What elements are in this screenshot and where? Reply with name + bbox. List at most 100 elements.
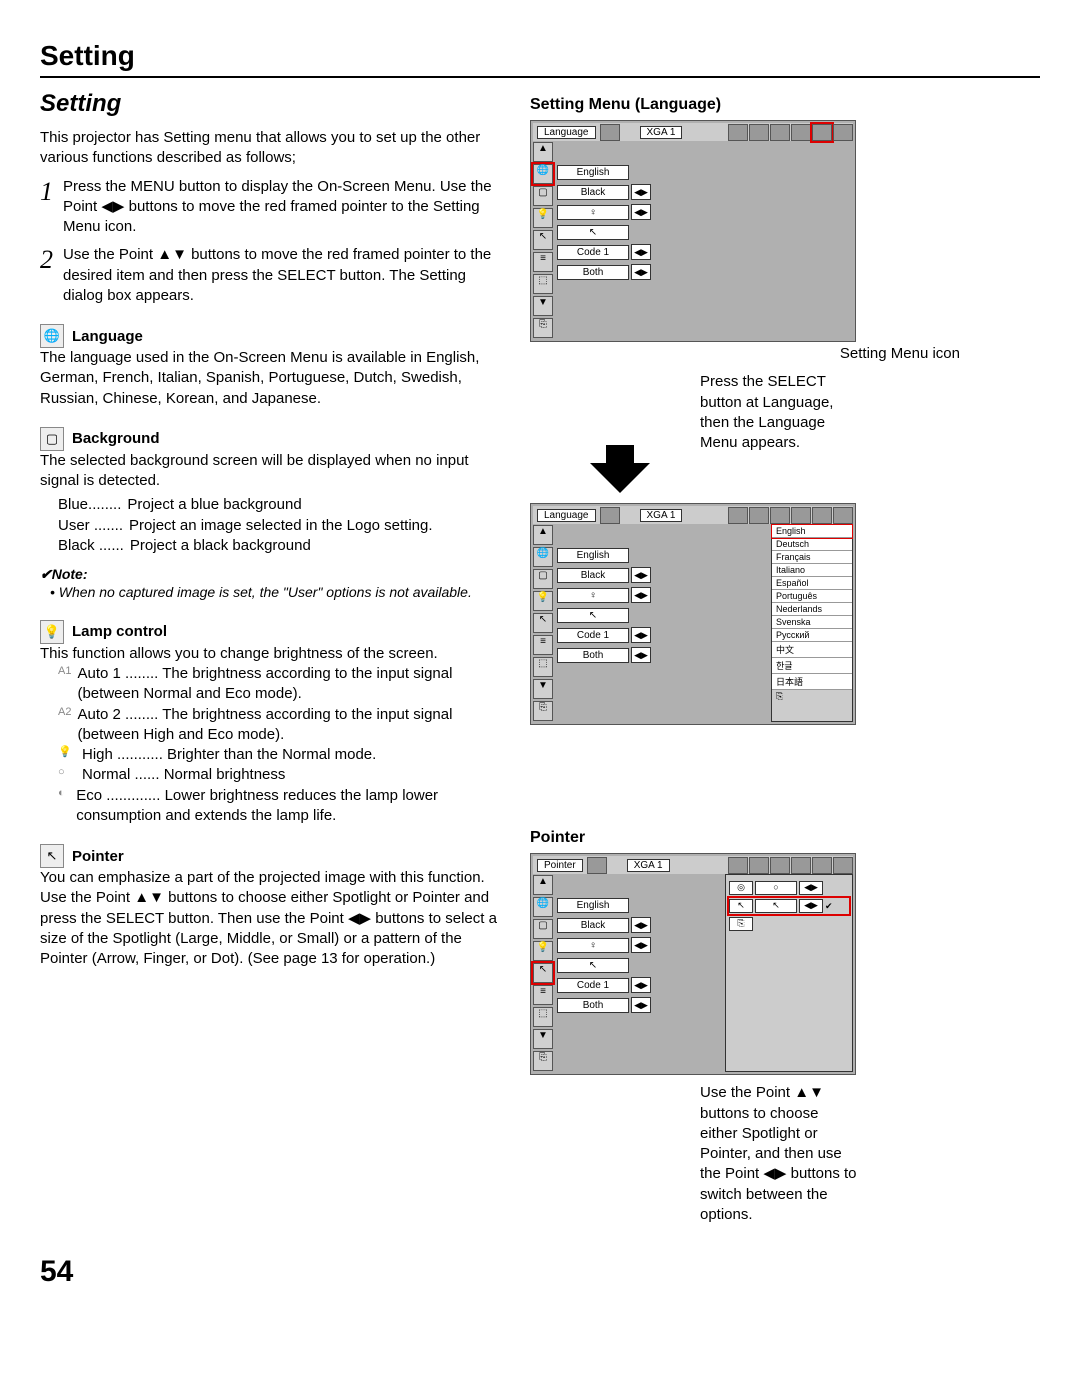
caption-select-language: Press the SELECT button at Language, the… <box>700 372 850 453</box>
top-icon <box>728 507 748 524</box>
spotlight-value: ○ <box>755 881 797 895</box>
down-arrow-icon: ▼ <box>533 1029 553 1049</box>
right-heading-pointer: Pointer <box>530 829 960 847</box>
menu-top-label: Pointer <box>537 859 583 872</box>
row-value: Code 1 <box>557 245 629 260</box>
lang-item: 中文 <box>772 642 852 658</box>
row-value: English <box>557 898 629 913</box>
top-icon <box>791 857 811 874</box>
exit-icon: ⎘ <box>533 701 553 721</box>
step-2: 2 Use the Point ▲▼ buttons to move the r… <box>40 245 500 306</box>
both-icon: ⬚ <box>533 274 553 294</box>
lang-item: English <box>772 525 852 538</box>
bg-key: User ....... <box>58 516 123 536</box>
row-value: ♀ <box>557 938 629 953</box>
top-icon <box>791 507 811 524</box>
exit-icon: ⎘ <box>729 917 753 931</box>
top-icon <box>812 507 832 524</box>
step-number: 1 <box>40 177 53 238</box>
top-icon <box>728 124 748 141</box>
lamp-val: Normal brightness <box>164 766 286 783</box>
top-icon <box>749 507 769 524</box>
xga-label: XGA 1 <box>627 859 670 872</box>
section-title: Setting <box>40 90 500 118</box>
pointer-text: You can emphasize a part of the projecte… <box>40 868 500 969</box>
menu-top-label: Language <box>537 126 596 139</box>
lr-arrow-icon: ◀▶ <box>631 997 651 1013</box>
lr-arrow-icon: ◀▶ <box>631 937 651 953</box>
language-list: English Deutsch Français Italiano Españo… <box>771 524 853 722</box>
top-icon <box>770 857 790 874</box>
menu-icon <box>600 507 620 524</box>
top-icon <box>770 507 790 524</box>
lang-item: Svenska <box>772 616 852 629</box>
lang-item: Português <box>772 590 852 603</box>
pointer-icon: ↖ <box>533 613 553 633</box>
globe-icon: 🌐 <box>533 547 553 567</box>
lang-item: 日本語 <box>772 674 852 690</box>
lr-arrow-icon: ◀▶ <box>631 184 651 200</box>
background-icon: ▢ <box>40 427 64 451</box>
down-arrow-icon: ▼ <box>533 679 553 699</box>
normal-icon: ○ <box>58 765 76 785</box>
exit-icon: ⎘ <box>772 690 852 703</box>
lamp-key: High ........... <box>82 746 163 763</box>
lang-item: Français <box>772 551 852 564</box>
top-icon <box>833 124 853 141</box>
lr-arrow-icon: ◀▶ <box>631 917 651 933</box>
caption-setting-icon: Setting Menu icon <box>530 344 960 364</box>
row-value: Black <box>557 185 629 200</box>
ok-icon: ✔ <box>825 901 833 912</box>
background-heading: Background <box>72 430 160 447</box>
lamp-key: Auto 1 ........ <box>77 665 158 682</box>
pointer-menu: Pointer XGA 1 ▲ 🌐 <box>530 853 856 1075</box>
lang-item: Русский <box>772 629 852 642</box>
bg-val: Project a black background <box>130 536 311 556</box>
pointer-icon-small: ↖ <box>729 899 753 913</box>
lr-arrow-icon: ◀▶ <box>631 587 651 603</box>
globe-icon: 🌐 <box>533 164 553 184</box>
page-header: Setting <box>40 40 1040 72</box>
bg-icon: ▢ <box>533 919 553 939</box>
pointer-submenu: ◎ ○ ◀▶ ↖ ↖ ◀▶ ✔ ⎘ <box>725 874 853 1072</box>
row-value: ↖ <box>557 958 629 973</box>
step-1: 1 Press the MENU button to display the O… <box>40 177 500 238</box>
lamp-val: Brighter than the Normal mode. <box>167 746 376 763</box>
language-text: The language used in the On-Screen Menu … <box>40 348 500 409</box>
row-value: Code 1 <box>557 628 629 643</box>
row-value: English <box>557 165 629 180</box>
lr-arrow-icon: ◀▶ <box>631 244 651 260</box>
lang-item: 한글 <box>772 658 852 674</box>
header-rule <box>40 76 1040 78</box>
right-heading-language: Setting Menu (Language) <box>530 96 960 114</box>
pointer-icon: ↖ <box>533 963 553 983</box>
exit-icon: ⎘ <box>533 318 553 338</box>
lang-item: Italiano <box>772 564 852 577</box>
up-arrow-icon: ▲ <box>533 142 553 162</box>
step-text: Press the MENU button to display the On-… <box>63 177 500 238</box>
setting-menu-2: Language XGA 1 ▲ 🌐 <box>530 503 856 725</box>
menu-icon <box>587 857 607 874</box>
row-value: ♀ <box>557 588 629 603</box>
row-value: Both <box>557 265 629 280</box>
intro-text: This projector has Setting menu that all… <box>40 128 500 169</box>
row-value: Code 1 <box>557 978 629 993</box>
lamp-key: Eco ............. <box>76 787 160 804</box>
globe-icon: 🌐 <box>533 897 553 917</box>
row-value: Both <box>557 648 629 663</box>
setting-menu-icon <box>812 124 832 141</box>
pointer-heading: Pointer <box>72 848 124 865</box>
lamp-icon: 💡 <box>40 620 64 644</box>
caption-pointer: Use the Point ▲▼ buttons to choose eithe… <box>700 1083 860 1225</box>
pointer-icon: ↖ <box>533 230 553 250</box>
lang-item: Español <box>772 577 852 590</box>
top-icon <box>791 124 811 141</box>
lr-arrow-icon: ◀▶ <box>631 567 651 583</box>
globe-icon: 🌐 <box>40 324 64 348</box>
background-text: The selected background screen will be d… <box>40 451 500 492</box>
lr-arrow-icon: ◀▶ <box>631 627 651 643</box>
lr-arrow-icon: ◀▶ <box>799 881 823 895</box>
lr-arrow-icon: ◀▶ <box>799 899 823 913</box>
top-icon <box>812 857 832 874</box>
row-value: Black <box>557 918 629 933</box>
